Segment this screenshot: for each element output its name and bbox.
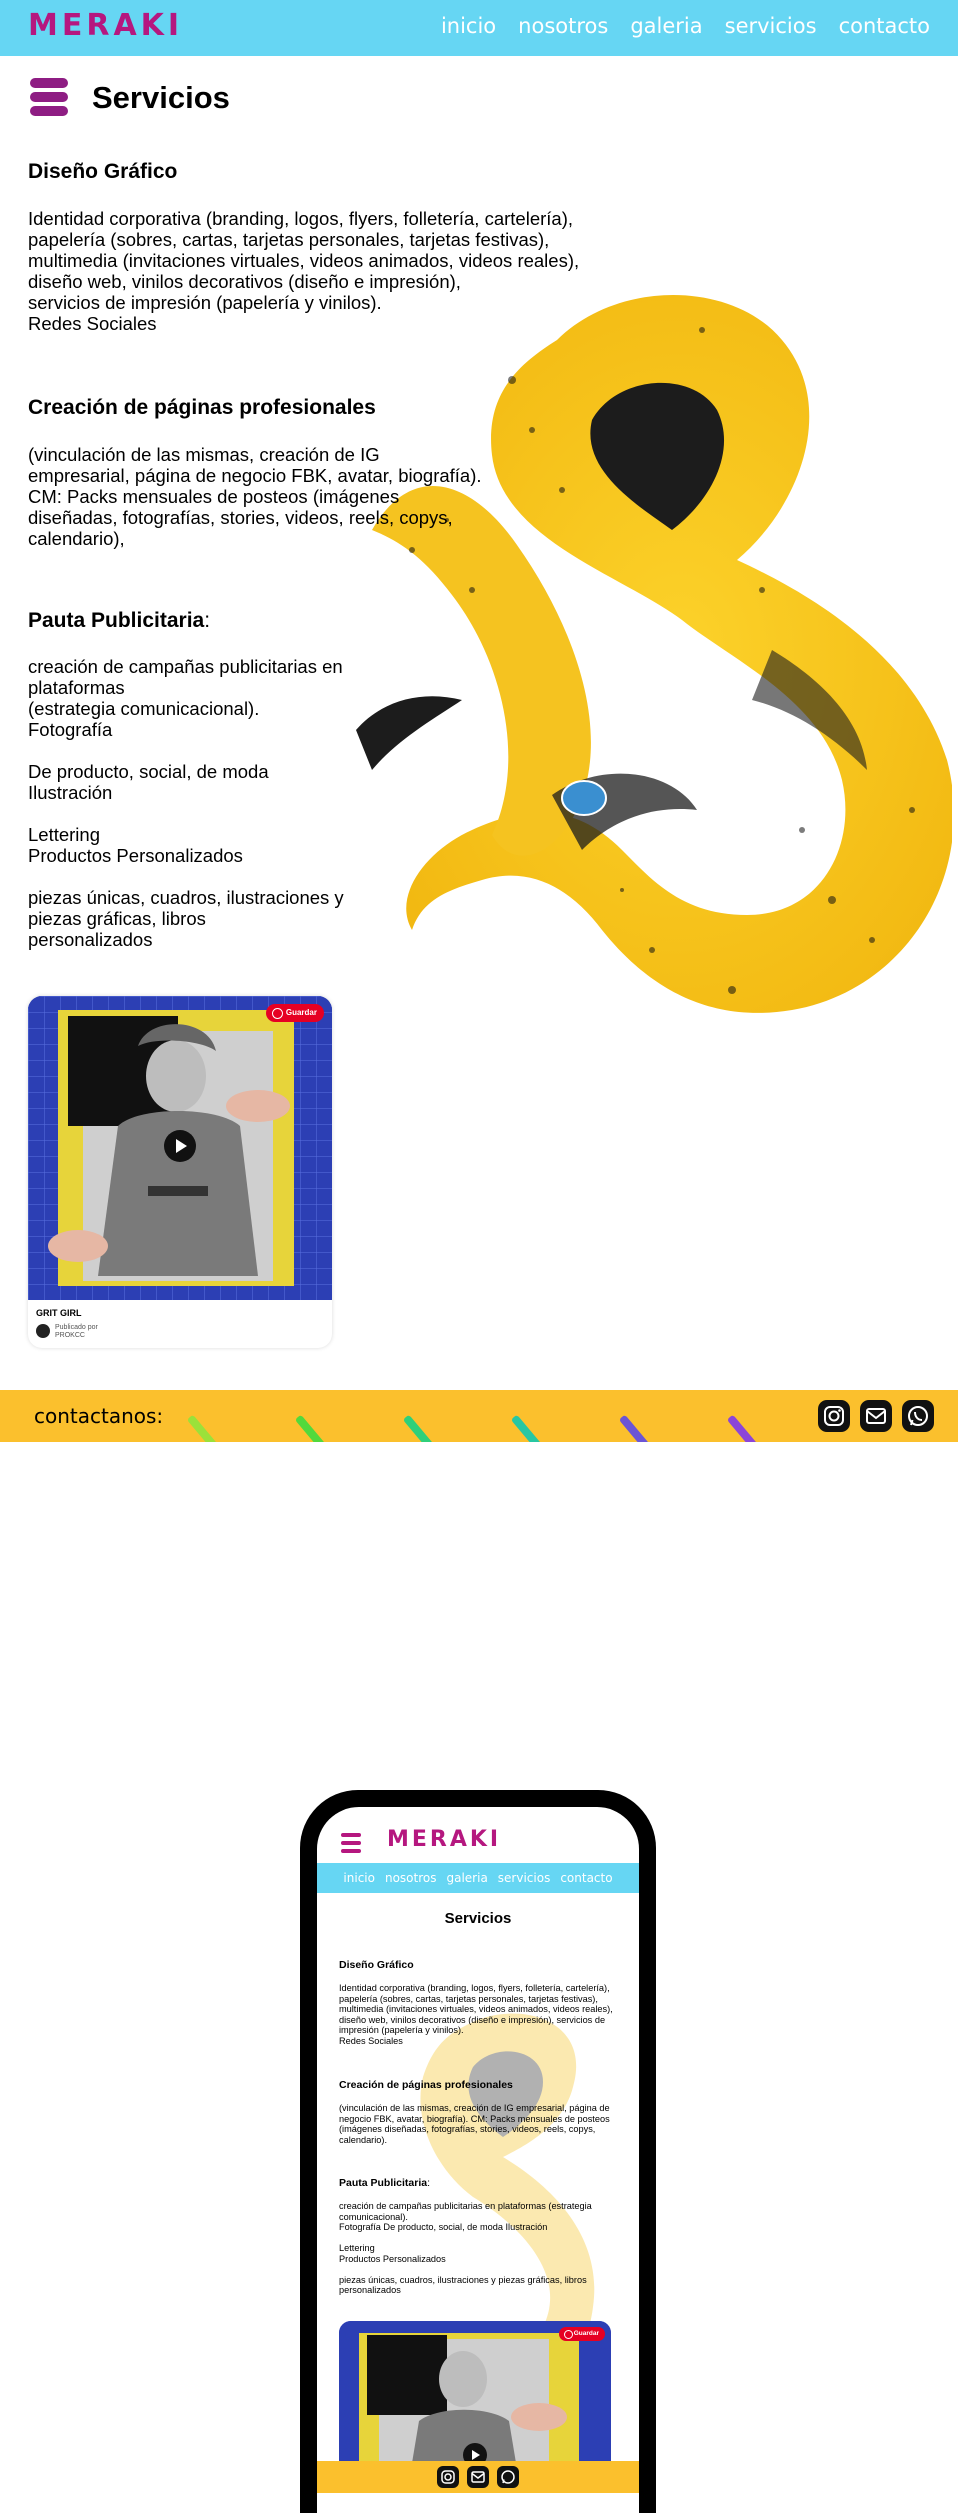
whatsapp-icon[interactable]: [902, 1400, 934, 1432]
nav-link-contacto[interactable]: contacto: [839, 14, 930, 38]
page-title: Servicios: [92, 80, 230, 115]
pinterest-video-card[interactable]: Guardar GRIT GIRL Publicado por PROKCC: [28, 996, 332, 1348]
mobile-service-body-paginas: (vinculación de las mismas, creación de …: [339, 2103, 610, 2145]
play-icon[interactable]: [164, 1130, 196, 1162]
mobile-footer: [317, 2461, 639, 2493]
mobile-nav-contacto[interactable]: contacto: [560, 1871, 612, 1885]
mail-icon[interactable]: [467, 2466, 489, 2488]
service-title-pauta-publicitaria: Pauta Publicitaria:: [28, 609, 210, 633]
mobile-nav-inicio[interactable]: inicio: [343, 1871, 375, 1885]
mobile-service-title-diseno: Diseño Gráfico: [339, 1959, 414, 1971]
save-button[interactable]: Guardar: [265, 1004, 324, 1022]
mail-icon[interactable]: [860, 1400, 892, 1432]
decorative-stripe: [618, 1414, 654, 1442]
top-navbar: MERAKI inicio nosotros galeria servicios…: [0, 0, 958, 56]
meraki-logo[interactable]: MERAKI: [28, 8, 183, 43]
service-body-paginas-profesionales: (vinculación de las mismas, creación de …: [28, 444, 482, 549]
mobile-video-card[interactable]: Guardar: [339, 2321, 611, 2481]
nav-link-inicio[interactable]: inicio: [441, 14, 496, 38]
video-thumbnail[interactable]: Guardar: [28, 996, 332, 1300]
mobile-service-body-pauta: creación de campañas publicitarias en pl…: [339, 2201, 592, 2295]
service-title-diseno-grafico: Diseño Gráfico: [28, 160, 178, 183]
publisher-name[interactable]: PROKCC: [55, 1332, 98, 1340]
page: MERAKI inicio nosotros galeria servicios…: [0, 0, 958, 2513]
decorative-stripe: [294, 1414, 330, 1442]
decorative-stripe: [510, 1414, 546, 1442]
service-title-paginas-profesionales: Creación de páginas profesionales: [28, 396, 376, 419]
mobile-service-body-diseno: Identidad corporativa (branding, logos, …: [339, 1983, 613, 2046]
service-body-diseno-grafico: Identidad corporativa (branding, logos, …: [28, 208, 580, 334]
pauta-title-text: Pauta Publicitaria: [28, 609, 205, 632]
mobile-pauta-title-colon: :: [427, 2177, 431, 2189]
nav-link-nosotros[interactable]: nosotros: [518, 14, 608, 38]
mobile-nav-servicios[interactable]: servicios: [498, 1871, 551, 1885]
publisher-avatar[interactable]: [36, 1324, 50, 1338]
decorative-stripe: [726, 1414, 762, 1442]
nav-links: inicio nosotros galeria servicios contac…: [441, 14, 930, 38]
mobile-save-button[interactable]: Guardar: [558, 2327, 605, 2341]
nav-link-galeria[interactable]: galeria: [630, 14, 702, 38]
pauta-title-colon: :: [204, 609, 211, 632]
whatsapp-icon[interactable]: [497, 2466, 519, 2488]
video-card-publisher[interactable]: Publicado por PROKCC: [55, 1324, 98, 1340]
hamburger-menu-icon[interactable]: [341, 1833, 361, 1855]
stack-menu-icon[interactable]: [30, 78, 68, 118]
published-by-label: Publicado por: [55, 1324, 98, 1331]
mobile-preview-mockup: MERAKI inicio nosotros galeria servicios…: [300, 1790, 656, 2513]
mobile-service-title-pauta: Pauta Publicitaria:: [339, 2177, 430, 2189]
banana-knot-illustration: [356, 295, 952, 1013]
mobile-service-title-paginas: Creación de páginas profesionales: [339, 2079, 513, 2091]
mobile-screen: MERAKI inicio nosotros galeria servicios…: [317, 1807, 639, 2513]
mobile-meraki-logo[interactable]: MERAKI: [387, 1827, 501, 1852]
video-card-title[interactable]: GRIT GIRL: [36, 1308, 82, 1318]
mobile-header: MERAKI: [317, 1807, 639, 1863]
instagram-icon[interactable]: [818, 1400, 850, 1432]
decorative-stripe: [402, 1414, 438, 1442]
mobile-pauta-title-text: Pauta Publicitaria: [339, 2177, 428, 2189]
nav-link-servicios[interactable]: servicios: [725, 14, 817, 38]
footer-contact-label: contactanos:: [34, 1404, 164, 1428]
decorative-stripe: [186, 1414, 222, 1442]
mobile-nav-nosotros[interactable]: nosotros: [385, 1871, 437, 1885]
mobile-nav: inicio nosotros galeria servicios contac…: [317, 1863, 639, 1893]
mobile-nav-galeria[interactable]: galeria: [446, 1871, 487, 1885]
contact-footer: contactanos:: [0, 1390, 958, 1442]
mobile-page-title: Servicios: [444, 1910, 512, 1927]
service-body-pauta-publicitaria: creación de campañas publicitarias en pl…: [28, 656, 344, 950]
instagram-icon[interactable]: [437, 2466, 459, 2488]
